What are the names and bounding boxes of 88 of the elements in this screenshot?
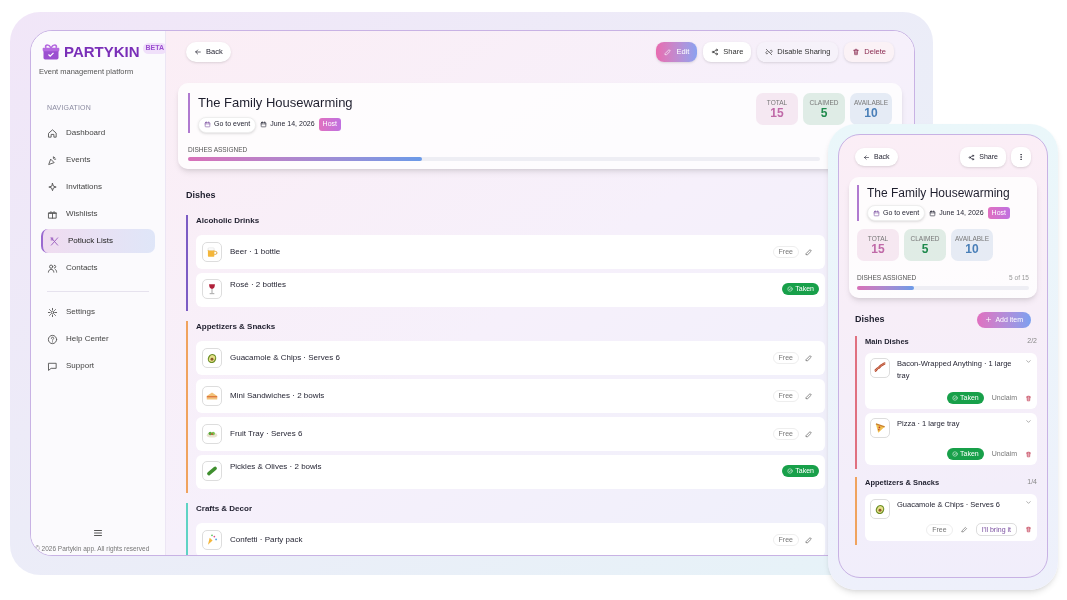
edit-button[interactable] [805, 247, 813, 256]
edit-button[interactable] [960, 526, 968, 534]
brand-name: PARTYKIN [64, 42, 140, 62]
nav-item[interactable]: Support [41, 354, 155, 379]
category-heading: Alcoholic Drinks [196, 214, 260, 227]
plus-icon [985, 316, 993, 324]
delete-button[interactable] [1025, 450, 1032, 458]
sparkle-icon [47, 181, 58, 193]
pencil-icon [805, 353, 813, 362]
dish-name: Confetti · Party pack [230, 533, 303, 546]
stat-value: 5 [921, 243, 929, 257]
confetti-icon [205, 532, 219, 547]
avocado-icon [873, 502, 887, 517]
check-circle-icon [787, 467, 794, 474]
check-circle-icon [952, 395, 958, 401]
edit-button[interactable] [805, 353, 813, 362]
party-popper-icon [47, 154, 58, 166]
arrow-left-icon [194, 48, 202, 56]
section-heading: Dishes [855, 313, 885, 326]
chevron-down-icon [1025, 418, 1032, 425]
nav-item[interactable]: Help Center [41, 327, 155, 352]
stat-value: 15 [770, 107, 784, 121]
category-heading: Crafts & Decor [196, 502, 252, 515]
category-heading: Appetizers & Snacks [196, 320, 276, 333]
trash-icon [852, 48, 861, 56]
chevron-down-icon [1025, 358, 1032, 365]
check-circle-icon [952, 451, 958, 457]
calendar-icon [260, 121, 268, 128]
settings-icon [47, 306, 58, 318]
nav-item[interactable]: Contacts [41, 256, 155, 281]
delete-button[interactable] [1025, 394, 1032, 402]
menu-icon [92, 527, 104, 539]
dish-name: Beer · 1 bottle [230, 245, 281, 258]
menu-button[interactable] [92, 527, 104, 539]
arrow-left-icon [863, 153, 870, 161]
home-icon [47, 127, 58, 139]
more-icon [1017, 153, 1025, 161]
nav-item[interactable]: Settings [41, 300, 155, 325]
trash-icon [1025, 450, 1032, 458]
trash-icon [1025, 526, 1032, 534]
nav-item[interactable]: Dashboard [41, 121, 155, 146]
expand-button[interactable] [1025, 358, 1032, 365]
pizza-slice-icon [873, 421, 887, 435]
more-button[interactable] [1011, 147, 1031, 167]
nav-item[interactable]: Wishlists [41, 202, 155, 227]
trash-icon [1025, 394, 1032, 402]
pencil-icon [805, 429, 813, 438]
nav-item[interactable]: Potluck Lists [41, 229, 155, 254]
dish-name: Fruit Tray · Serves 6 [230, 427, 303, 440]
chat-icon [47, 360, 58, 372]
link-off-icon [765, 48, 774, 56]
dish-name: Rosé · 2 bottles [230, 278, 287, 291]
nav-item[interactable]: Events [41, 148, 155, 173]
calendar-icon [204, 121, 211, 128]
nav-item[interactable]: Invitations [41, 175, 155, 200]
edit-button[interactable] [805, 429, 813, 438]
expand-button[interactable] [1025, 418, 1032, 425]
users-icon [47, 262, 58, 274]
edit-button[interactable] [805, 391, 813, 400]
share-icon [711, 48, 720, 56]
dish-name: Mini Sandwiches · 2 bowls [230, 389, 325, 402]
delete-button[interactable] [1025, 526, 1032, 534]
event-title: The Family Housewarming [867, 185, 1011, 201]
expand-button[interactable] [1025, 499, 1032, 507]
gift-logo-icon [41, 42, 61, 63]
share-icon [968, 153, 976, 161]
stat-value: 15 [871, 243, 885, 257]
bacon-strip-icon [873, 361, 887, 375]
event-title: The Family Housewarming [198, 94, 354, 112]
chevron-down-icon [1025, 499, 1032, 507]
edit-button[interactable] [805, 535, 813, 544]
pencil-icon [805, 247, 813, 256]
dish-name: Pickles & Olives · 2 bowls [230, 460, 322, 473]
pencil-icon [664, 48, 673, 56]
stat-value: 10 [864, 107, 878, 121]
pencil-icon [805, 391, 813, 400]
beer-mug-icon [205, 244, 219, 259]
section-heading: Dishes [186, 189, 216, 203]
calendar-icon [929, 209, 937, 217]
pencil-icon [805, 535, 813, 544]
help-icon [47, 333, 58, 345]
pencil-icon [960, 526, 968, 534]
check-circle-icon [787, 285, 794, 292]
dish-name: Guacamole & Chips · Serves 6 [230, 351, 340, 364]
gift-icon [47, 208, 58, 220]
stat-value: 10 [965, 243, 979, 257]
stat-value: 5 [820, 107, 828, 121]
calendar-icon [873, 209, 880, 217]
